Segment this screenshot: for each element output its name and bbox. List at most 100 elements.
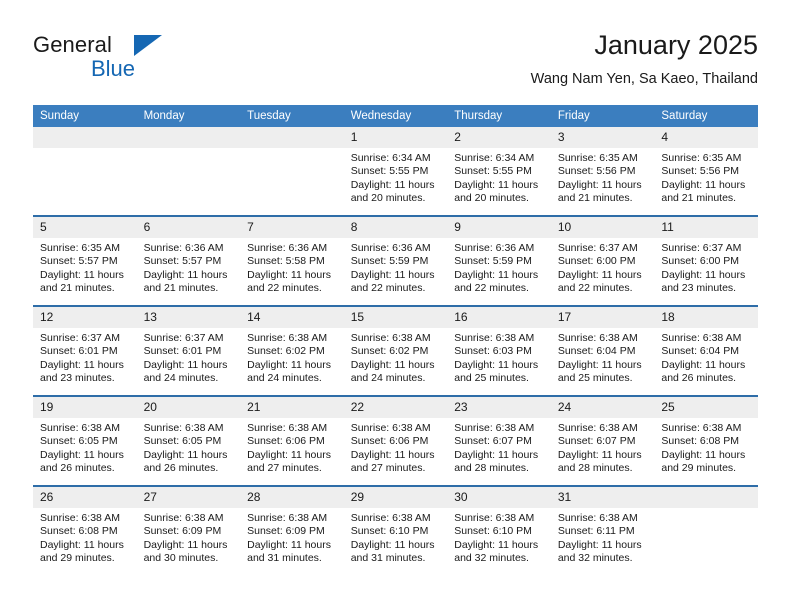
sunset-text: Sunset: 6:01 PM [143, 345, 222, 358]
daylight-text-line2: and 22 minutes. [557, 282, 633, 295]
calendar-day-cell[interactable]: 30 Sunrise: 6:38 AM Sunset: 6:10 PM Dayligh… [447, 485, 551, 575]
calendar-day-cell[interactable]: 21 Sunrise: 6:38 AM Sunset: 6:06 PM Dayligh… [240, 395, 344, 486]
calendar-page: General Blue January 2025 Wang Nam Yen, … [0, 0, 792, 612]
calendar-day-cell[interactable]: 23 Sunrise: 6:38 AM Sunset: 6:07 PM Dayligh… [447, 395, 551, 486]
sunset-text: Sunset: 5:58 PM [247, 255, 325, 268]
day-number: 5 [33, 217, 137, 238]
page-title: January 2025 [594, 30, 758, 60]
day-number: 17 [550, 307, 655, 328]
calendar-day-cell[interactable]: 4 Sunrise: 6:35 AM Sunset: 5:56 PM Daylight… [654, 127, 758, 216]
calendar-day-cell[interactable]: 12 Sunrise: 6:37 AM Sunset: 6:01 PM Dayligh… [33, 305, 137, 396]
weekday-header-wednesday: Wednesday [343, 105, 448, 127]
calendar-day-cell[interactable]: 6 Sunrise: 6:36 AM Sunset: 5:57 PM Daylight… [136, 215, 241, 306]
day-number: 24 [550, 397, 655, 418]
calendar-day-cell[interactable]: 24 Sunrise: 6:38 AM Sunset: 6:07 PM Dayligh… [550, 395, 655, 486]
daylight-text-line2: and 26 minutes. [40, 462, 115, 475]
daylight-text-line2: and 26 minutes. [661, 372, 737, 385]
day-details: Sunrise: 6:38 AM Sunset: 6:04 PM Daylight:… [654, 328, 758, 386]
day-details: Sunrise: 6:35 AM Sunset: 5:56 PM Daylight:… [551, 148, 655, 206]
calendar-week-row: 1 Sunrise: 6:34 AM Sunset: 5:55 PM Daylight… [33, 127, 758, 216]
sunrise-text: Sunrise: 6:34 AM [350, 152, 431, 164]
calendar-day-cell[interactable]: 20 Sunrise: 6:38 AM Sunset: 6:05 PM Dayligh… [136, 395, 241, 486]
sunrise-text: Sunrise: 6:38 AM [350, 422, 431, 434]
sunrise-text: Sunrise: 6:38 AM [247, 512, 328, 524]
day-number: 15 [343, 307, 448, 328]
calendar-day-cell[interactable]: 16 Sunrise: 6:38 AM Sunset: 6:03 PM Dayligh… [447, 305, 551, 396]
calendar-day-cell[interactable]: 29 Sunrise: 6:38 AM Sunset: 6:10 PM Dayligh… [343, 485, 448, 575]
sunset-text: Sunset: 5:59 PM [350, 255, 429, 268]
calendar-day-cell[interactable]: 3 Sunrise: 6:35 AM Sunset: 5:56 PM Daylight… [550, 127, 655, 216]
sunset-text: Sunset: 6:04 PM [557, 345, 636, 358]
brand-logo[interactable]: General Blue [33, 32, 263, 88]
sunset-text: Sunset: 6:06 PM [247, 435, 325, 448]
calendar-day-cell[interactable]: 28 Sunrise: 6:38 AM Sunset: 6:09 PM Dayligh… [240, 485, 344, 575]
sunset-text: Sunset: 6:09 PM [247, 525, 325, 538]
sunset-text: Sunset: 6:07 PM [454, 435, 532, 448]
calendar-day-cell[interactable]: 17 Sunrise: 6:38 AM Sunset: 6:04 PM Dayligh… [550, 305, 655, 396]
calendar-day-cell[interactable]: 13 Sunrise: 6:37 AM Sunset: 6:01 PM Dayligh… [136, 305, 241, 396]
day-details: Sunrise: 6:38 AM Sunset: 6:07 PM Daylight:… [551, 418, 655, 476]
daylight-text-line1: Daylight: 11 hours [350, 448, 435, 461]
daylight-text-line1: Daylight: 11 hours [557, 268, 642, 281]
sunset-text: Sunset: 6:04 PM [661, 345, 740, 358]
calendar-day-cell[interactable]: 19 Sunrise: 6:38 AM Sunset: 6:05 PM Dayligh… [33, 395, 137, 486]
page-header: General Blue January 2025 Wang Nam Yen, … [33, 28, 758, 96]
sunset-text: Sunset: 5:59 PM [454, 255, 532, 268]
calendar-day-cell[interactable]: 9 Sunrise: 6:36 AM Sunset: 5:59 PM Daylight… [447, 215, 551, 306]
calendar-day-cell[interactable]: 26 Sunrise: 6:38 AM Sunset: 6:08 PM Dayligh… [33, 485, 137, 575]
calendar-day-cell[interactable]: 27 Sunrise: 6:38 AM Sunset: 6:09 PM Dayligh… [136, 485, 241, 575]
day-number: 8 [343, 217, 448, 238]
calendar-day-cell[interactable]: 15 Sunrise: 6:38 AM Sunset: 6:02 PM Dayligh… [343, 305, 448, 396]
sunrise-text: Sunrise: 6:38 AM [661, 422, 742, 434]
daylight-text-line2: and 24 minutes. [143, 372, 219, 385]
day-number: 2 [447, 127, 551, 148]
calendar-week-row: 12 Sunrise: 6:37 AM Sunset: 6:01 PM Dayligh… [33, 305, 758, 396]
calendar-day-cell-empty [240, 127, 344, 216]
calendar-day-cell[interactable]: 1 Sunrise: 6:34 AM Sunset: 5:55 PM Daylight… [343, 127, 448, 216]
daylight-text-line2: and 29 minutes. [661, 462, 737, 475]
day-details: Sunrise: 6:37 AM Sunset: 6:01 PM Daylight:… [137, 328, 241, 386]
daylight-text-line1: Daylight: 11 hours [454, 538, 539, 551]
sunrise-text: Sunrise: 6:35 AM [557, 152, 638, 164]
sunrise-text: Sunrise: 6:37 AM [143, 332, 224, 344]
calendar-day-cell[interactable]: 10 Sunrise: 6:37 AM Sunset: 6:00 PM Dayligh… [550, 215, 655, 306]
daylight-text-line1: Daylight: 11 hours [557, 448, 642, 461]
sunset-text: Sunset: 6:08 PM [661, 435, 740, 448]
day-details: Sunrise: 6:36 AM Sunset: 5:59 PM Daylight:… [344, 238, 448, 296]
calendar-header-row: Sunday Monday Tuesday Wednesday Thursday… [33, 105, 758, 127]
day-details: Sunrise: 6:38 AM Sunset: 6:07 PM Daylight:… [447, 418, 551, 476]
sunset-text: Sunset: 6:05 PM [40, 435, 118, 448]
daylight-text-line2: and 21 minutes. [143, 282, 219, 295]
sunrise-text: Sunrise: 6:38 AM [557, 512, 638, 524]
calendar-day-cell[interactable]: 11 Sunrise: 6:37 AM Sunset: 6:00 PM Dayligh… [654, 215, 758, 306]
day-number: 23 [447, 397, 551, 418]
calendar-day-cell[interactable]: 2 Sunrise: 6:34 AM Sunset: 5:55 PM Daylight… [447, 127, 551, 216]
day-number: 30 [447, 487, 551, 508]
day-details [654, 508, 758, 512]
sunset-text: Sunset: 6:00 PM [557, 255, 636, 268]
sunset-text: Sunset: 6:01 PM [40, 345, 118, 358]
day-details: Sunrise: 6:36 AM Sunset: 5:57 PM Daylight:… [137, 238, 241, 296]
daylight-text-line1: Daylight: 11 hours [661, 178, 746, 191]
daylight-text-line2: and 27 minutes. [350, 462, 426, 475]
calendar-day-cell[interactable]: 18 Sunrise: 6:38 AM Sunset: 6:04 PM Dayligh… [654, 305, 758, 396]
sunrise-text: Sunrise: 6:38 AM [40, 422, 120, 434]
day-number: 6 [136, 217, 241, 238]
sunrise-text: Sunrise: 6:38 AM [247, 332, 328, 344]
daylight-text-line1: Daylight: 11 hours [454, 448, 539, 461]
sunset-text: Sunset: 5:55 PM [350, 165, 429, 178]
daylight-text-line1: Daylight: 11 hours [40, 268, 124, 281]
calendar-day-cell[interactable]: 25 Sunrise: 6:38 AM Sunset: 6:08 PM Dayligh… [654, 395, 758, 486]
calendar-day-cell[interactable]: 8 Sunrise: 6:36 AM Sunset: 5:59 PM Daylight… [343, 215, 448, 306]
daylight-text-line1: Daylight: 11 hours [247, 268, 331, 281]
weekday-header-saturday: Saturday [654, 105, 758, 127]
calendar-day-cell[interactable]: 7 Sunrise: 6:36 AM Sunset: 5:58 PM Daylight… [240, 215, 344, 306]
calendar-day-cell[interactable]: 14 Sunrise: 6:38 AM Sunset: 6:02 PM Dayligh… [240, 305, 344, 396]
calendar-day-cell[interactable]: 5 Sunrise: 6:35 AM Sunset: 5:57 PM Daylight… [33, 215, 137, 306]
day-number [240, 127, 344, 148]
calendar-day-cell[interactable]: 22 Sunrise: 6:38 AM Sunset: 6:06 PM Dayligh… [343, 395, 448, 486]
day-number: 14 [240, 307, 344, 328]
calendar-day-cell[interactable]: 31 Sunrise: 6:38 AM Sunset: 6:11 PM Dayligh… [550, 485, 655, 575]
day-number: 26 [33, 487, 137, 508]
day-details: Sunrise: 6:38 AM Sunset: 6:10 PM Daylight:… [447, 508, 551, 566]
